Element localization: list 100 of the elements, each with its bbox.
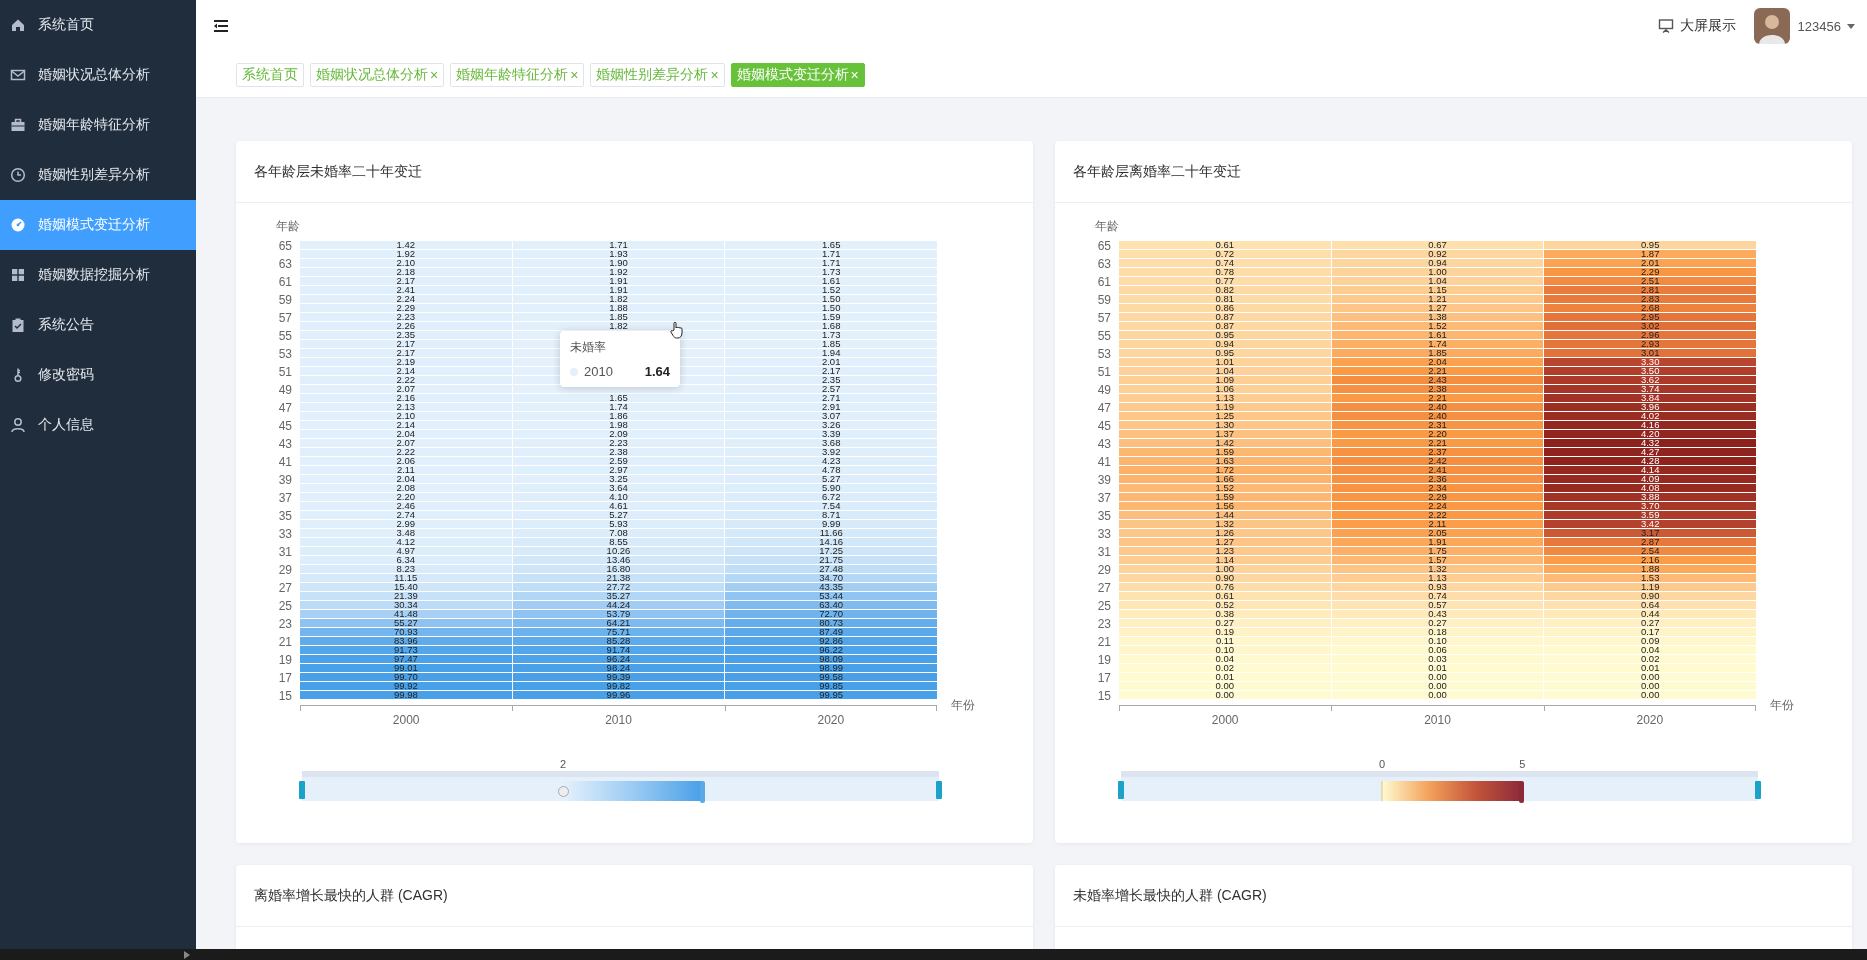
heatmap-cell: 0.19 <box>1119 628 1331 636</box>
axis-title: 年份 <box>1770 696 1794 714</box>
heatmap-cell: 0.72 <box>1119 250 1331 258</box>
heatmap-cell: 0.06 <box>1331 646 1544 654</box>
heatmap-cell: 72.70 <box>725 610 937 618</box>
heatmap-cell: 1.52 <box>1119 484 1331 492</box>
heatmap-cell: 0.74 <box>1119 259 1331 267</box>
heatmap-cell: 0.00 <box>1544 682 1756 690</box>
heatmap-cell: 53.44 <box>725 592 937 600</box>
heatmap-cell: 99.96 <box>512 691 725 699</box>
mail-icon <box>10 67 26 83</box>
card-title: 各年龄层未婚率二十年变迁 <box>254 162 422 181</box>
heatmap-cell: 2.91 <box>725 403 937 411</box>
sidebar-item[interactable]: 婚姻年龄特征分析 <box>0 100 196 150</box>
slider-handle[interactable] <box>1755 780 1761 799</box>
heatmap-cell: 1.00 <box>1119 565 1331 573</box>
heatmap-cell: 3.84 <box>1544 394 1756 402</box>
heatmap-cell: 4.14 <box>1544 466 1756 474</box>
heatmap-cell: 1.88 <box>1544 565 1756 573</box>
heatmap-cell: 5.93 <box>512 520 725 528</box>
heatmap-cell: 2.22 <box>300 448 512 456</box>
heatmap-cell: 0.27 <box>1119 619 1331 627</box>
sidebar-item[interactable]: 系统首页 <box>0 0 196 50</box>
axis-label: 43 <box>1097 435 1111 453</box>
heatmap-cell: 2.07 <box>300 385 512 393</box>
tooltip-label: 2010 <box>584 364 613 379</box>
sidebar-item[interactable]: 系统公告 <box>0 300 196 350</box>
heatmap-cell: 1.61 <box>1331 331 1544 339</box>
heatmap-cell: 1.32 <box>1119 520 1331 528</box>
heatmap-cell: 1.50 <box>725 304 937 312</box>
heatmap-cell: 3.59 <box>1544 511 1756 519</box>
user-menu[interactable]: 123456 <box>1797 18 1855 34</box>
scrollbar[interactable] <box>0 949 1867 960</box>
heatmap-cell: 1.27 <box>1331 304 1544 312</box>
sidebar-item[interactable]: 修改密码 <box>0 350 196 400</box>
slider-thumb[interactable] <box>700 780 706 803</box>
heatmap-cell: 3.26 <box>725 421 937 429</box>
heatmap-cell: 0.90 <box>1544 592 1756 600</box>
heatmap-cell: 4.08 <box>1544 484 1756 492</box>
sidebar-item[interactable]: 婚姻状况总体分析 <box>0 50 196 100</box>
heatmap-cell: 1.09 <box>1119 376 1331 384</box>
heatmap-cell: 4.61 <box>512 502 725 510</box>
heatmap-cell: 3.64 <box>512 484 725 492</box>
heatmap-cell: 1.75 <box>1331 547 1544 555</box>
heatmap-cell: 5.27 <box>725 475 937 483</box>
heatmap-cell: 1.53 <box>1544 574 1756 582</box>
slider-handle[interactable] <box>1118 780 1124 799</box>
heatmap-cell: 2.13 <box>300 403 512 411</box>
heatmap-cell: 2.95 <box>1544 313 1756 321</box>
axis-label: 25 <box>278 597 292 615</box>
heatmap-cell: 0.27 <box>1331 619 1544 627</box>
heatmap-cell: 41.48 <box>300 610 512 618</box>
heatmap-cell: 2.38 <box>512 448 725 456</box>
heatmap-cell: 3.42 <box>1544 520 1756 528</box>
heatmap-cell: 2.59 <box>512 457 725 465</box>
heatmap-cell: 2.42 <box>1331 457 1544 465</box>
slider-handle[interactable] <box>299 780 305 799</box>
slider-thumb[interactable] <box>558 785 570 797</box>
heatmap-cell: 1.86 <box>512 412 725 420</box>
heatmap-cell: 2.71 <box>725 394 937 402</box>
slider-thumb[interactable] <box>1519 780 1525 803</box>
heatmap-cell: 1.63 <box>1119 457 1331 465</box>
sidebar-item[interactable]: 个人信息 <box>0 400 196 450</box>
home-icon <box>10 17 26 33</box>
heatmap-cell: 99.98 <box>300 691 512 699</box>
heatmap-cell: 4.20 <box>1544 430 1756 438</box>
heatmap-cell: 4.32 <box>1544 439 1756 447</box>
sidebar-item[interactable]: 婚姻数据挖掘分析 <box>0 250 196 300</box>
sidebar-item[interactable]: 婚姻性别差异分析 <box>0 150 196 200</box>
heatmap-cell: 2.99 <box>300 520 512 528</box>
axis-label: 57 <box>1097 309 1111 327</box>
heatmap-cell: 98.24 <box>512 664 725 672</box>
axis-title: 年龄 <box>1095 219 1120 233</box>
axis-label: 41 <box>278 453 292 471</box>
axis-label: 47 <box>1097 399 1111 417</box>
heatmap-cell: 0.87 <box>1119 313 1331 321</box>
heatmap-cell: 1.37 <box>1119 430 1331 438</box>
heatmap-cell: 0.02 <box>1119 664 1331 672</box>
range-label: 2 <box>560 757 567 770</box>
big-screen-link[interactable]: 大屏展示 <box>1657 17 1736 35</box>
slider-handle[interactable] <box>936 780 942 799</box>
axis-label: 35 <box>278 507 292 525</box>
slider-thumb[interactable] <box>1381 780 1384 801</box>
heatmap-cell: 3.02 <box>1544 322 1756 330</box>
heatmap-cell: 1.50 <box>725 295 937 303</box>
heatmap-cell: 1.57 <box>1331 556 1544 564</box>
heatmap-cell: 2.35 <box>725 376 937 384</box>
heatmap-cell: 0.00 <box>1544 673 1756 681</box>
axis-title: 年份 <box>951 696 975 714</box>
axis-label: 53 <box>1097 345 1111 363</box>
heatmap-cell: 1.71 <box>725 259 937 267</box>
heatmap-cell: 2.04 <box>300 430 512 438</box>
axis-label: 21 <box>1097 633 1111 651</box>
heatmap-cell: 2.23 <box>512 439 725 447</box>
heatmap-cell: 2.22 <box>300 376 512 384</box>
axis-label: 15 <box>278 687 292 705</box>
axis-label: 45 <box>278 417 292 435</box>
heatmap-cell: 0.00 <box>1331 682 1544 690</box>
heatmap-cell: 99.85 <box>725 682 937 690</box>
axis-label: 23 <box>278 615 292 633</box>
